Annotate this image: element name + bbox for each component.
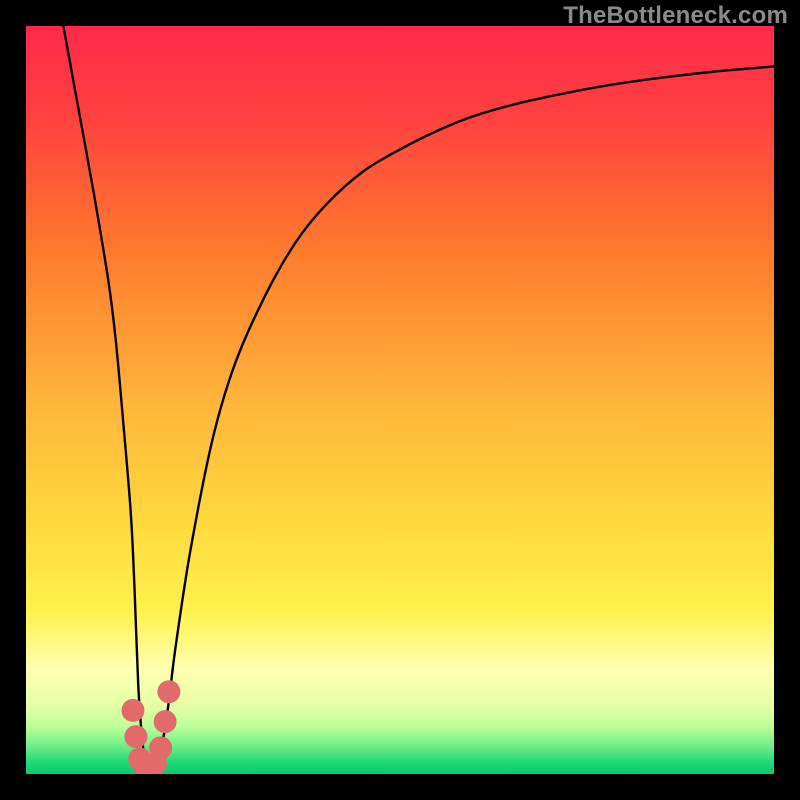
- marker-dot: [157, 680, 180, 703]
- outer-frame: TheBottleneck.com: [0, 0, 800, 800]
- marker-dot: [154, 710, 177, 733]
- marker-dot: [124, 725, 147, 748]
- marker-dot: [149, 736, 172, 759]
- chart-canvas: [26, 26, 774, 774]
- marker-dot: [121, 699, 144, 722]
- plot-area: [26, 26, 774, 774]
